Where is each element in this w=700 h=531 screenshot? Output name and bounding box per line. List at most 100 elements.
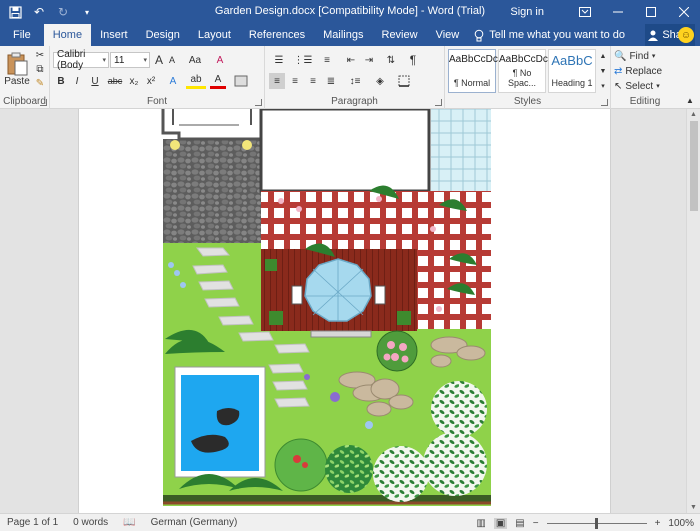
paragraph-launcher-icon[interactable] bbox=[435, 99, 442, 106]
close-icon[interactable] bbox=[667, 0, 700, 24]
person-icon bbox=[648, 30, 659, 41]
align-right-icon[interactable]: ≡ bbox=[305, 73, 321, 89]
font-size-value: 11 bbox=[114, 54, 125, 66]
tab-insert[interactable]: Insert bbox=[91, 24, 137, 46]
scrollbar-thumb[interactable] bbox=[690, 121, 698, 211]
underline-button[interactable]: U bbox=[86, 73, 104, 89]
maximize-icon[interactable] bbox=[634, 0, 667, 24]
proofing-icon[interactable]: 📖 bbox=[123, 517, 135, 528]
subscript-button[interactable]: x₂ bbox=[126, 73, 142, 89]
font-size-dropdown[interactable]: 11 ▾ bbox=[110, 52, 150, 68]
language-indicator[interactable]: German (Germany) bbox=[151, 517, 238, 528]
zoom-out-icon[interactable]: − bbox=[533, 518, 539, 529]
copy-icon[interactable]: ⧉ bbox=[33, 63, 47, 75]
tab-references[interactable]: References bbox=[240, 24, 314, 46]
sort-icon[interactable]: ⇅ bbox=[383, 52, 399, 68]
clipboard-group: Paste ✂ ⧉ ✎ Clipboard bbox=[0, 46, 50, 109]
multilevel-list-icon[interactable]: ≡ bbox=[317, 52, 337, 68]
highlight-button[interactable]: ab bbox=[186, 73, 206, 89]
numbering-icon[interactable]: ⋮☰ bbox=[293, 52, 313, 68]
document-workspace[interactable]: ▲ ▼ bbox=[0, 109, 700, 513]
bullets-icon[interactable]: ☰ bbox=[269, 52, 289, 68]
redo-icon[interactable]: ↻ bbox=[54, 3, 72, 21]
scroll-up-arrow-icon[interactable]: ▲ bbox=[690, 111, 697, 118]
web-layout-icon[interactable]: ▤ bbox=[515, 518, 524, 529]
tab-home[interactable]: Home bbox=[43, 24, 92, 46]
page-count[interactable]: Page 1 of 1 bbox=[7, 517, 58, 528]
font-launcher-icon[interactable] bbox=[255, 99, 262, 106]
vertical-scrollbar[interactable]: ▲ ▼ bbox=[686, 109, 700, 513]
text-effects-button[interactable]: A bbox=[164, 73, 182, 89]
tell-me-box[interactable]: Tell me what you want to do bbox=[474, 24, 625, 46]
align-left-icon[interactable]: ≡ bbox=[269, 73, 285, 89]
zoom-slider[interactable] bbox=[546, 517, 647, 529]
paragraph-shading-icon[interactable]: ◈ bbox=[371, 73, 389, 89]
sign-in-link[interactable]: Sign in bbox=[510, 6, 544, 18]
undo-icon[interactable]: ↶ bbox=[30, 3, 48, 21]
change-case-button[interactable]: Aa bbox=[184, 52, 206, 68]
format-painter-icon[interactable]: ✎ bbox=[33, 77, 47, 89]
paragraph-label: Paragraph bbox=[331, 96, 378, 107]
read-mode-icon[interactable]: ▥ bbox=[476, 518, 485, 529]
paste-button[interactable]: Paste bbox=[3, 49, 31, 89]
tab-mailings[interactable]: Mailings bbox=[314, 24, 372, 46]
quick-access-toolbar: ↶ ↻ ▾ bbox=[0, 3, 96, 21]
align-center-icon[interactable]: ≡ bbox=[287, 73, 303, 89]
ribbon-home: Paste ✂ ⧉ ✎ Clipboard Calibri (Body ▾ 11 ▾… bbox=[0, 46, 700, 109]
font-name-dropdown[interactable]: Calibri (Body ▾ bbox=[53, 49, 109, 71]
customize-icon[interactable]: ▾ bbox=[78, 3, 96, 21]
styles-launcher-icon[interactable] bbox=[601, 99, 608, 106]
scroll-down-arrow-icon[interactable]: ▼ bbox=[690, 504, 697, 511]
select-button[interactable]: ↖ Select ▾ bbox=[614, 79, 674, 93]
clipboard-launcher-icon[interactable] bbox=[40, 99, 47, 106]
decrease-indent-icon[interactable]: ⇤ bbox=[343, 52, 359, 68]
tab-file[interactable]: File bbox=[0, 24, 44, 46]
style-normal[interactable]: AaBbCcDc ¶ Normal bbox=[448, 49, 498, 93]
tab-review[interactable]: Review bbox=[373, 24, 427, 46]
zoom-level[interactable]: 100% bbox=[668, 518, 694, 529]
tab-layout[interactable]: Layout bbox=[189, 24, 240, 46]
zoom-in-icon[interactable]: + bbox=[655, 518, 661, 529]
replace-icon: ⇄ bbox=[614, 65, 623, 77]
garden-design-drawing[interactable] bbox=[79, 109, 612, 513]
clear-formatting-button[interactable]: A bbox=[212, 52, 228, 68]
styles-label: Styles bbox=[513, 96, 542, 107]
shading-button[interactable] bbox=[232, 73, 250, 89]
tab-design[interactable]: Design bbox=[137, 24, 189, 46]
replace-button[interactable]: ⇄ Replace bbox=[614, 64, 674, 78]
paste-label: Paste bbox=[4, 75, 30, 87]
justify-icon[interactable]: ≣ bbox=[323, 73, 339, 89]
collapse-ribbon-icon[interactable]: ▲ bbox=[683, 94, 697, 106]
save-icon[interactable] bbox=[6, 3, 24, 21]
styles-scroll-up-icon[interactable]: ▲ bbox=[598, 49, 608, 63]
ribbon-display-options-icon[interactable] bbox=[568, 0, 601, 24]
increase-indent-icon[interactable]: ⇥ bbox=[361, 52, 377, 68]
minimize-icon[interactable] bbox=[601, 0, 634, 24]
styles-more-icon[interactable]: ▾ bbox=[598, 79, 608, 93]
borders-icon[interactable] bbox=[395, 73, 413, 89]
bold-button[interactable]: B bbox=[54, 73, 68, 89]
font-color-button[interactable]: A bbox=[210, 73, 226, 89]
editing-label: Editing bbox=[629, 96, 661, 107]
tab-view[interactable]: View bbox=[427, 24, 469, 46]
font-name-value: Calibri (Body bbox=[57, 49, 86, 71]
print-layout-icon[interactable]: ▣ bbox=[493, 517, 508, 529]
zoom-slider-knob[interactable] bbox=[594, 517, 598, 529]
find-button[interactable]: 🔍 Find ▾ bbox=[614, 49, 674, 63]
document-page[interactable] bbox=[78, 109, 611, 513]
line-spacing-icon[interactable]: ↕≡ bbox=[345, 73, 365, 89]
lightbulb-icon bbox=[474, 29, 484, 41]
style-heading-1[interactable]: AaBbC Heading 1 bbox=[548, 49, 596, 93]
strikethrough-button[interactable]: abc bbox=[106, 73, 124, 89]
style-no-spacing[interactable]: AaBbCcDc ¶ No Spac... bbox=[498, 49, 548, 93]
pilcrow-icon[interactable]: ¶ bbox=[405, 52, 421, 68]
italic-button[interactable]: I bbox=[70, 73, 84, 89]
styles-group: AaBbCcDc ¶ Normal AaBbCcDc ¶ No Spac... … bbox=[445, 46, 611, 109]
superscript-button[interactable]: x² bbox=[143, 73, 159, 89]
styles-scroll-down-icon[interactable]: ▼ bbox=[598, 64, 608, 78]
word-count[interactable]: 0 words bbox=[73, 517, 108, 528]
cut-icon[interactable]: ✂ bbox=[33, 49, 47, 61]
feedback-smiley-icon[interactable]: ☺ bbox=[678, 27, 694, 43]
shrink-font-button[interactable]: A bbox=[166, 52, 178, 68]
grow-font-button[interactable]: A bbox=[153, 52, 165, 68]
